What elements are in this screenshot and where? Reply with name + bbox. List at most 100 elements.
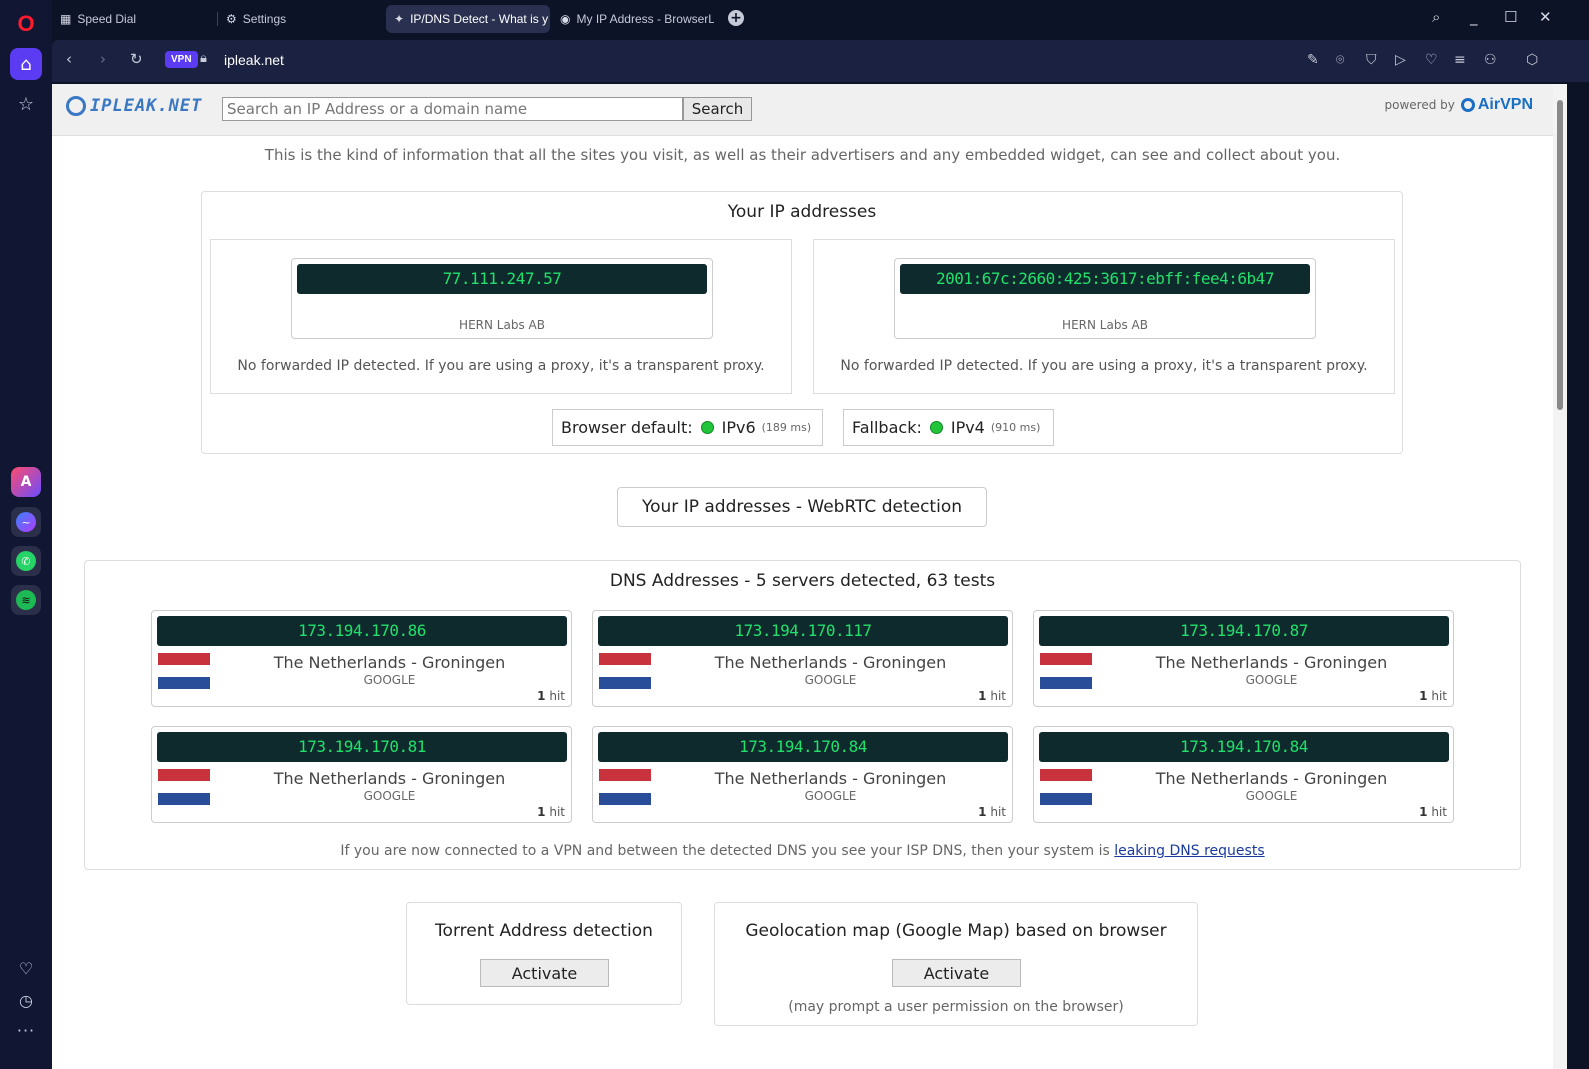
dns-server-card: 173.194.170.87 The Netherlands - Groninge…	[1033, 610, 1454, 707]
geolocation-panel: Geolocation map (Google Map) based on br…	[714, 902, 1198, 1026]
extensions-cube-icon[interactable]: ⬡	[1526, 52, 1538, 68]
ip-addresses-panel: Your IP addresses 77.111.247.57 HERN Lab…	[201, 191, 1403, 454]
ip-box-ipv6: 2001:67c:2660:425:3617:ebff:fee4:6b47 HE…	[813, 239, 1395, 394]
geolocation-note: (may prompt a user permission on the bro…	[788, 999, 1124, 1015]
maximize-icon[interactable]: ☐	[1504, 8, 1517, 26]
more-dots-icon[interactable]: ···	[10, 1014, 42, 1046]
whatsapp-icon[interactable]: ✆	[11, 546, 41, 576]
airvpn-logo: AirVPN	[1460, 96, 1533, 114]
gear-icon: ⚙	[226, 12, 237, 26]
tab-ip-dns-detect[interactable]: ✦ IP/DNS Detect - What is y	[386, 5, 550, 33]
messenger-icon[interactable]: ~	[11, 507, 41, 537]
dns-location: The Netherlands - Groningen	[1155, 653, 1388, 672]
dns-server-card: 173.194.170.84 The Netherlands - Groninge…	[1033, 726, 1454, 823]
tab-speed-dial[interactable]: ▦ Speed Dial	[52, 5, 212, 33]
dns-server-card: 173.194.170.117 The Netherlands - Groning…	[592, 610, 1013, 707]
panel-title: Your IP addresses	[727, 202, 877, 222]
forward-arrow-icon[interactable]: ›	[100, 50, 106, 68]
ip-display: 2001:67c:2660:425:3617:ebff:fee4:6b47	[900, 264, 1310, 294]
netherlands-flag-icon	[599, 653, 651, 689]
tab-label: Settings	[242, 12, 287, 26]
spotify-icon[interactable]: ≋	[11, 585, 41, 615]
browser-default-protocol: Browser default: IPv6 (189 ms)	[552, 409, 823, 446]
panel-title: DNS Addresses - 5 servers detected, 63 t…	[609, 571, 996, 591]
dns-server-card: 173.194.170.84 The Netherlands - Groninge…	[592, 726, 1013, 823]
ip-card: 77.111.247.57 HERN Labs AB	[291, 258, 713, 339]
intro-text: This is the kind of information that all…	[264, 146, 1341, 164]
close-window-icon[interactable]: ✕	[1539, 8, 1552, 26]
forwarded-note: No forwarded IP detected. If you are usi…	[840, 358, 1368, 374]
dns-ip-display: 173.194.170.86	[157, 616, 567, 646]
torrent-activate-button[interactable]: Activate	[480, 959, 609, 987]
url-field[interactable]: ipleak.net	[224, 52, 284, 68]
easy-setup-icon[interactable]: ≡	[1454, 52, 1466, 68]
lock-icon[interactable]: 🔒︎	[200, 51, 207, 66]
netherlands-flag-icon	[158, 769, 210, 805]
dns-hit-count: 1 hit	[1419, 689, 1447, 703]
bookmarks-star-icon[interactable]: ☆	[10, 88, 42, 120]
powered-by[interactable]: powered by AirVPN	[1385, 96, 1533, 114]
dns-location: The Netherlands - Groningen	[1155, 769, 1388, 788]
dns-ip-display: 173.194.170.81	[157, 732, 567, 762]
torrent-panel: Torrent Address detection Activate	[406, 902, 682, 1005]
magnifier-icon	[66, 96, 86, 116]
leaking-dns-link[interactable]: leaking DNS requests	[1114, 843, 1264, 859]
scrollbar-thumb[interactable]	[1557, 100, 1563, 410]
tab-label: Speed Dial	[77, 12, 137, 26]
dns-location: The Netherlands - Groningen	[273, 769, 506, 788]
ipleak-favicon-icon: ✦	[394, 12, 405, 26]
isp-label: HERN Labs AB	[1062, 318, 1148, 332]
forwarded-note: No forwarded IP detected. If you are usi…	[237, 358, 765, 374]
send-icon[interactable]: ▷	[1395, 52, 1406, 68]
vpn-badge[interactable]: VPN	[165, 51, 198, 68]
ip-card: 2001:67c:2660:425:3617:ebff:fee4:6b47 HE…	[894, 258, 1316, 339]
edit-share-icon[interactable]: ✎	[1307, 52, 1319, 68]
geolocation-activate-button[interactable]: Activate	[892, 959, 1021, 987]
shield-icon[interactable]: ⛉	[1366, 52, 1377, 68]
dns-hit-count: 1 hit	[978, 689, 1006, 703]
ip-display: 77.111.247.57	[297, 264, 707, 294]
dns-leak-note: If you are now connected to a VPN and be…	[340, 843, 1265, 859]
heart-icon[interactable]: ♡	[10, 952, 42, 984]
webrtc-detection-button[interactable]: Your IP addresses - WebRTC detection	[617, 487, 987, 527]
dns-org: GOOGLE	[1245, 789, 1298, 803]
grid-icon: ▦	[60, 12, 72, 26]
isp-label: HERN Labs AB	[459, 318, 545, 332]
dns-org: GOOGLE	[804, 673, 857, 687]
reload-icon[interactable]: ↻	[130, 50, 143, 68]
dns-panel: DNS Addresses - 5 servers detected, 63 t…	[84, 560, 1521, 870]
page-scrollbar[interactable]	[1553, 84, 1567, 1069]
new-tab-plus-icon[interactable]: +	[728, 10, 744, 26]
dns-hit-count: 1 hit	[537, 689, 565, 703]
tab-bar: ▦ Speed Dial ⚙ Settings ✦ IP/DNS Detect …	[52, 0, 1589, 38]
search-button[interactable]: Search	[683, 97, 752, 121]
opera-logo-icon[interactable]: O	[10, 8, 42, 40]
tab-my-ip-address[interactable]: ◉ My IP Address - BrowserL	[552, 5, 714, 33]
back-arrow-icon[interactable]: ‹	[66, 50, 72, 68]
dns-location: The Netherlands - Groningen	[714, 769, 947, 788]
heart-icon[interactable]: ♡	[1425, 52, 1438, 68]
dns-server-card: 173.194.170.86 The Netherlands - Groninge…	[151, 610, 572, 707]
netherlands-flag-icon	[599, 769, 651, 805]
tab-search-icon[interactable]: ⌕	[1432, 8, 1440, 26]
tab-settings[interactable]: ⚙ Settings	[218, 5, 383, 33]
ipleak-logo[interactable]: IPLEAK.NET	[66, 96, 202, 116]
dns-location: The Netherlands - Groningen	[714, 653, 947, 672]
aria-ai-icon[interactable]: A	[11, 467, 41, 497]
dns-hit-count: 1 hit	[1419, 805, 1447, 819]
status-dot-icon	[700, 421, 714, 434]
status-dot-icon	[929, 421, 943, 434]
profile-icon[interactable]: ⚇	[1484, 52, 1497, 68]
dns-hit-count: 1 hit	[978, 805, 1006, 819]
web-content: IPLEAK.NET Search powered by AirVPN This…	[52, 84, 1553, 1069]
ip-box-ipv4: 77.111.247.57 HERN Labs AB No forwarded …	[210, 239, 792, 394]
history-clock-icon[interactable]: ◷	[10, 984, 42, 1016]
minimize-icon[interactable]: _	[1470, 8, 1478, 26]
dns-ip-display: 173.194.170.117	[598, 616, 1008, 646]
fallback-protocol: Fallback: IPv4 (910 ms)	[843, 409, 1054, 446]
torrent-title: Torrent Address detection	[435, 921, 653, 941]
home-icon[interactable]: ⌂	[10, 48, 42, 80]
search-input[interactable]	[222, 97, 683, 121]
camera-snapshot-icon[interactable]: ⌾	[1336, 52, 1344, 68]
browser-sidebar: O ⌂ ☆ A ~ ✆ ≋ ♡ ◷ ···	[0, 0, 52, 1069]
